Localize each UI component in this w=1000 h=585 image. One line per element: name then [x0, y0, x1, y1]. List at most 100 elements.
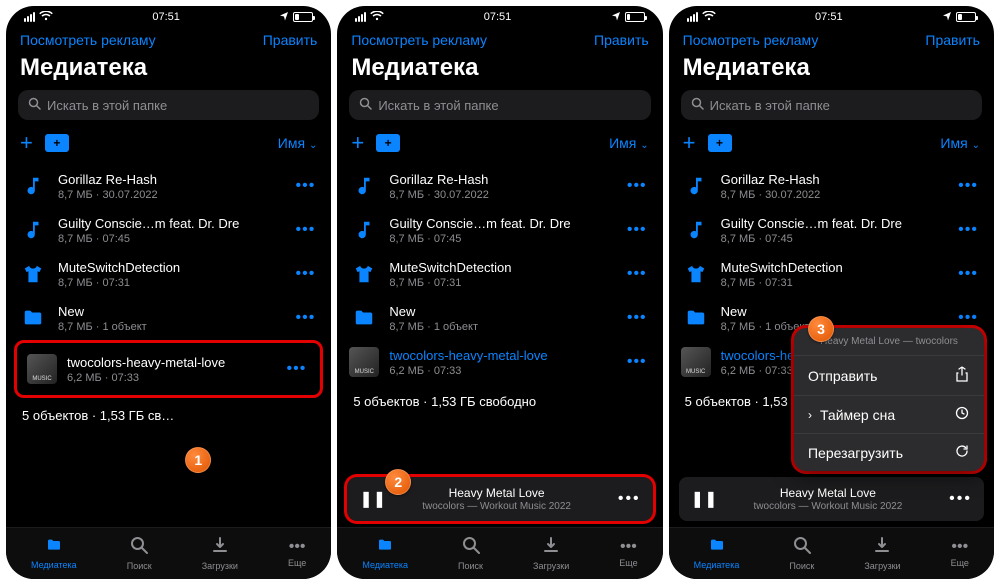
more-icon[interactable]: ••• — [292, 221, 320, 239]
search-field[interactable]: Искать в этой папке — [681, 90, 982, 120]
more-icon[interactable]: ••• — [954, 177, 982, 195]
tab-more[interactable]: ••• Еще — [288, 539, 306, 568]
list-item[interactable]: MuteSwitchDetection8,7 МБ · 07:31••• — [339, 252, 660, 296]
menu-item-send[interactable]: Отправить — [794, 356, 984, 396]
edit-button[interactable]: Править — [925, 32, 980, 48]
more-icon[interactable]: ••• — [292, 265, 320, 283]
screen-3: 07:51 Посмотреть рекламу Править Медиатек… — [669, 6, 994, 579]
album-art-icon: MUSIC — [349, 347, 379, 377]
tab-bar: Медиатека Поиск Загрузки •••Еще — [337, 527, 662, 579]
add-button[interactable]: + — [20, 132, 33, 154]
ellipsis-icon: ••• — [620, 539, 637, 555]
cellular-signal-icon — [687, 12, 698, 22]
more-icon[interactable]: ••• — [623, 177, 651, 195]
more-icon[interactable]: ••• — [954, 265, 982, 283]
status-bar: 07:51 — [669, 6, 994, 28]
status-bar: 07:51 — [6, 6, 331, 28]
tab-library[interactable]: Медиатека — [31, 537, 77, 570]
more-icon[interactable]: ••• — [623, 221, 651, 239]
list-item-playing[interactable]: MUSICtwocolors-heavy-metal-love6,2 МБ · … — [339, 340, 660, 384]
more-icon[interactable]: ••• — [623, 353, 651, 371]
add-button[interactable]: + — [683, 132, 696, 154]
list-item[interactable]: MuteSwitchDetection8,7 МБ · 07:31••• — [671, 252, 992, 296]
more-icon[interactable]: ••• — [954, 221, 982, 239]
more-icon[interactable]: ••• — [292, 309, 320, 327]
more-icon[interactable]: ••• — [292, 177, 320, 195]
search-field[interactable]: Искать в этой папке — [349, 90, 650, 120]
tab-search[interactable]: Поиск — [789, 536, 814, 571]
wifi-icon — [370, 11, 384, 24]
tab-downloads[interactable]: Загрузки — [533, 536, 569, 571]
edit-button[interactable]: Править — [594, 32, 649, 48]
location-icon — [279, 11, 289, 24]
more-icon[interactable]: ••• — [954, 309, 982, 327]
folder-icon — [18, 303, 48, 333]
ad-link[interactable]: Посмотреть рекламу — [683, 32, 819, 48]
download-icon — [873, 536, 891, 558]
chevron-down-icon: ⌄ — [640, 140, 648, 151]
list-item[interactable]: Gorillaz Re-Hash8,7 МБ · 30.07.2022••• — [339, 164, 660, 208]
list-item[interactable]: Gorillaz Re-Hash8,7 МБ · 30.07.2022 ••• — [8, 164, 329, 208]
location-icon — [611, 11, 621, 24]
menu-item-reload[interactable]: Перезагрузить — [794, 434, 984, 471]
list-item[interactable]: Guilty Conscie…m feat. Dr. Dre8,7 МБ · 0… — [339, 208, 660, 252]
tab-more[interactable]: •••Еще — [951, 539, 969, 568]
music-note-icon — [349, 215, 379, 245]
search-field[interactable]: Искать в этой папке — [18, 90, 319, 120]
player-title: Heavy Metal Love — [389, 486, 604, 500]
add-folder-button[interactable]: + — [376, 134, 400, 152]
tab-search[interactable]: Поиск — [127, 536, 152, 571]
list-item[interactable]: Gorillaz Re-Hash8,7 МБ · 30.07.2022••• — [671, 164, 992, 208]
tab-downloads[interactable]: Загрузки — [202, 536, 238, 571]
add-button[interactable]: + — [351, 132, 364, 154]
screen-1: 07:51 Посмотреть рекламу Править Медиате… — [6, 6, 331, 579]
add-folder-button[interactable]: + — [45, 134, 69, 152]
search-icon — [28, 97, 41, 113]
shirt-icon — [349, 259, 379, 289]
player-more-icon[interactable]: ••• — [949, 490, 972, 508]
status-time: 07:51 — [815, 11, 843, 23]
music-note-icon — [349, 171, 379, 201]
ellipsis-icon: ••• — [289, 539, 306, 555]
music-note-icon — [681, 171, 711, 201]
more-icon[interactable]: ••• — [623, 265, 651, 283]
folder-icon — [44, 537, 64, 557]
clock-icon — [954, 406, 970, 423]
menu-item-sleep-timer[interactable]: ›Таймер сна — [794, 396, 984, 434]
search-icon — [462, 536, 480, 558]
file-list: Gorillaz Re-Hash8,7 МБ · 30.07.2022••• G… — [337, 164, 662, 473]
chevron-right-icon: › — [808, 408, 812, 422]
player-more-icon[interactable]: ••• — [618, 490, 641, 508]
list-item[interactable]: Guilty Conscie…m feat. Dr. Dre8,7 МБ · 0… — [671, 208, 992, 252]
cellular-signal-icon — [24, 12, 35, 22]
page-title: Медиатека — [669, 50, 994, 90]
tab-library[interactable]: Медиатека — [694, 537, 740, 570]
ad-link[interactable]: Посмотреть рекламу — [20, 32, 156, 48]
ad-link[interactable]: Посмотреть рекламу — [351, 32, 487, 48]
sort-dropdown[interactable]: Имя ⌄ — [940, 135, 980, 151]
mini-player[interactable]: ❚❚ Heavy Metal Love twocolors — Workout … — [679, 477, 984, 521]
list-item[interactable]: New8,7 МБ · 1 объект••• — [339, 296, 660, 340]
tab-search[interactable]: Поиск — [458, 536, 483, 571]
add-folder-button[interactable]: + — [708, 134, 732, 152]
context-menu: Heavy Metal Love — twocolors Отправить ›… — [794, 328, 984, 471]
music-note-icon — [18, 171, 48, 201]
more-icon[interactable]: ••• — [623, 309, 651, 327]
folder-icon — [707, 537, 727, 557]
player-subtitle: twocolors — Workout Music 2022 — [721, 501, 936, 512]
tab-downloads[interactable]: Загрузки — [864, 536, 900, 571]
pause-icon[interactable]: ❚❚ — [691, 489, 707, 509]
pause-icon[interactable]: ❚❚ — [359, 489, 375, 509]
sort-dropdown[interactable]: Имя ⌄ — [609, 135, 649, 151]
list-item-selected[interactable]: MUSIC twocolors-heavy-metal-love6,2 МБ ·… — [21, 347, 316, 391]
sort-dropdown[interactable]: Имя ⌄ — [278, 135, 318, 151]
tab-library[interactable]: Медиатека — [362, 537, 408, 570]
toolbar: + + Имя ⌄ — [6, 130, 331, 164]
search-placeholder: Искать в этой папке — [47, 98, 167, 113]
more-icon[interactable]: ••• — [283, 360, 311, 378]
tab-more[interactable]: •••Еще — [619, 539, 637, 568]
list-item[interactable]: Guilty Conscie…m feat. Dr. Dre8,7 МБ · 0… — [8, 208, 329, 252]
edit-button[interactable]: Править — [263, 32, 318, 48]
list-item[interactable]: MuteSwitchDetection8,7 МБ · 07:31 ••• — [8, 252, 329, 296]
list-item[interactable]: New8,7 МБ · 1 объект ••• — [8, 296, 329, 340]
